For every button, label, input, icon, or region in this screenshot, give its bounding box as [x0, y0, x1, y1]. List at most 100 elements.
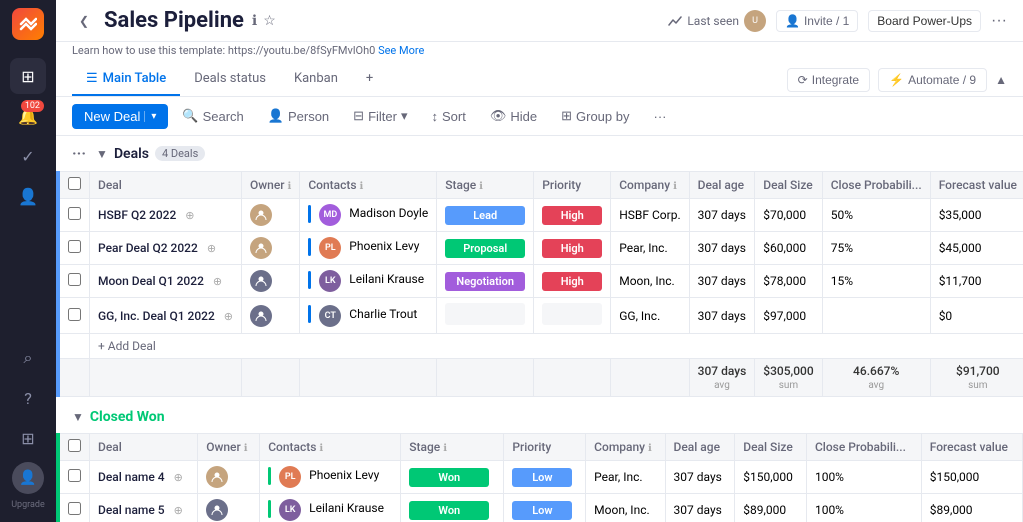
row-checkbox[interactable]: [68, 469, 81, 482]
info-icon[interactable]: ℹ: [252, 13, 257, 29]
filter-button[interactable]: ⊟ Filter ▾: [343, 103, 417, 129]
person-button[interactable]: 👤 Person: [258, 103, 339, 129]
forecast-cell: $35,000: [930, 199, 1023, 232]
apps-nav-icon[interactable]: ⊞: [10, 420, 46, 456]
deal-size-cell: $150,000: [735, 461, 807, 494]
deals-group-more-icon[interactable]: ···: [72, 144, 86, 163]
priority-cell: High: [534, 265, 611, 298]
grid-nav-icon[interactable]: ⊞: [10, 58, 46, 94]
deals-group-label: Deals: [114, 146, 149, 162]
closed-won-table: Deal Owner ℹ Contacts ℹ Stage ℹ Priority…: [56, 433, 1023, 522]
filter-label: Filter: [368, 109, 397, 124]
deal-name: Deal name 5: [98, 503, 165, 517]
row-checkbox[interactable]: [68, 273, 81, 286]
bell-nav-icon[interactable]: 🔔 102: [10, 98, 46, 134]
deal-name-cell: HSBF Q2 2022 ⊕: [90, 199, 242, 232]
deal-age-cell: 307 days: [665, 461, 735, 494]
deals-group-header: ··· ▼ Deals 4 Deals: [56, 136, 1023, 171]
closed-won-group-toggle[interactable]: ▼: [72, 410, 84, 424]
row-checkbox-cell[interactable]: [58, 298, 90, 334]
deals-select-all-checkbox[interactable]: [68, 177, 81, 190]
last-seen: Last seen U: [668, 10, 766, 32]
deal-name: Moon Deal Q1 2022: [98, 274, 204, 288]
row-add-icon[interactable]: ⊕: [174, 504, 183, 517]
stage-badge-empty: [445, 303, 525, 325]
row-checkbox[interactable]: [68, 240, 81, 253]
row-add-icon[interactable]: ⊕: [207, 242, 216, 255]
deal-age-cell: 307 days: [665, 494, 735, 522]
user-avatar[interactable]: 👤: [12, 462, 44, 494]
deals-group-toggle[interactable]: ▼: [96, 147, 108, 161]
stage-cell: Lead: [437, 199, 534, 232]
row-checkbox-cell[interactable]: [58, 199, 90, 232]
closed-deal-header: Deal: [90, 434, 198, 461]
see-more-link[interactable]: See More: [378, 44, 424, 57]
contact-name: Leilani Krause: [309, 501, 384, 515]
contact-bar: [308, 305, 311, 323]
add-deal-row[interactable]: + Add Deal: [58, 334, 1023, 359]
last-seen-label: Last seen: [687, 14, 739, 28]
row-checkbox[interactable]: [68, 308, 81, 321]
search-button[interactable]: 🔍 Search: [172, 103, 253, 129]
hide-label: Hide: [510, 109, 537, 124]
row-add-icon[interactable]: ⊕: [185, 209, 194, 222]
row-checkbox-cell[interactable]: [58, 461, 90, 494]
invite-button[interactable]: 👤 Invite / 1: [776, 10, 858, 32]
tab-main-table-label: Main Table: [103, 71, 167, 86]
row-checkbox-cell[interactable]: [58, 265, 90, 298]
contact-name: Phoenix Levy: [349, 239, 419, 253]
contact-name: Leilani Krause: [349, 272, 424, 286]
tab-add[interactable]: +: [352, 63, 387, 96]
sort-icon: ↕: [432, 109, 439, 124]
tab-deals-status[interactable]: Deals status: [180, 63, 280, 96]
board-power-button[interactable]: Board Power-Ups: [868, 10, 981, 32]
hide-button[interactable]: 👁 Hide: [480, 103, 547, 129]
subtitle: Learn how to use this template: https://…: [56, 42, 1023, 63]
upgrade-label[interactable]: Upgrade: [11, 500, 45, 510]
row-checkbox-cell[interactable]: [58, 494, 90, 522]
owner-cell: [198, 461, 260, 494]
owner-avatar: [250, 270, 272, 292]
collapse-sidebar-button[interactable]: ❮: [72, 9, 96, 33]
tab-kanban[interactable]: Kanban: [280, 63, 352, 96]
top-bar: ❮ Sales Pipeline ℹ ☆ Last seen U 👤 Invit…: [56, 0, 1023, 42]
tabs-chevron-button[interactable]: ▲: [995, 73, 1007, 87]
sort-button[interactable]: ↕ Sort: [422, 104, 476, 129]
row-checkbox[interactable]: [68, 207, 81, 220]
integrate-button[interactable]: ⟳ Integrate: [787, 68, 870, 92]
row-checkbox[interactable]: [68, 502, 81, 515]
question-nav-icon[interactable]: ?: [10, 380, 46, 416]
tabs-right: ⟳ Integrate ⚡ Automate / 9 ▲: [787, 68, 1007, 92]
owner-cell: [242, 298, 300, 334]
check-nav-icon[interactable]: ✓: [10, 138, 46, 174]
contact-bar: [268, 500, 271, 518]
closed-checkbox-header[interactable]: [58, 434, 90, 461]
more-toolbar-button[interactable]: ···: [644, 104, 677, 129]
more-options-button[interactable]: ···: [991, 12, 1007, 30]
star-icon[interactable]: ☆: [263, 13, 276, 29]
closed-select-all-checkbox[interactable]: [68, 439, 81, 452]
deals-checkbox-header[interactable]: [58, 172, 90, 199]
priority-badge: Low: [512, 468, 572, 487]
new-deal-button[interactable]: New Deal ▾: [72, 104, 168, 129]
row-checkbox-cell[interactable]: [58, 232, 90, 265]
row-add-icon[interactable]: ⊕: [224, 310, 233, 323]
person-nav-icon[interactable]: 👤: [10, 178, 46, 214]
group-by-button[interactable]: ⊞ Group by: [551, 103, 639, 129]
row-add-icon[interactable]: ⊕: [213, 275, 222, 288]
new-deal-dropdown-icon[interactable]: ▾: [144, 111, 156, 122]
add-deal-label[interactable]: + Add Deal: [90, 334, 1023, 359]
automate-icon: ⚡: [889, 73, 904, 87]
priority-cell: Low: [504, 461, 586, 494]
owner-avatar: [250, 237, 272, 259]
company-cell: HSBF Corp.: [611, 199, 689, 232]
stage-cell: Proposal: [437, 232, 534, 265]
priority-badge: High: [542, 206, 602, 225]
search-nav-icon[interactable]: ⌕: [10, 340, 46, 376]
automate-button[interactable]: ⚡ Automate / 9: [878, 68, 987, 92]
row-add-icon[interactable]: ⊕: [174, 471, 183, 484]
tab-main-table[interactable]: ☰ Main Table: [72, 63, 180, 96]
contacts-cell: CT Charlie Trout: [300, 298, 437, 334]
logo[interactable]: [12, 8, 44, 40]
closed-age-header: Deal age: [665, 434, 735, 461]
